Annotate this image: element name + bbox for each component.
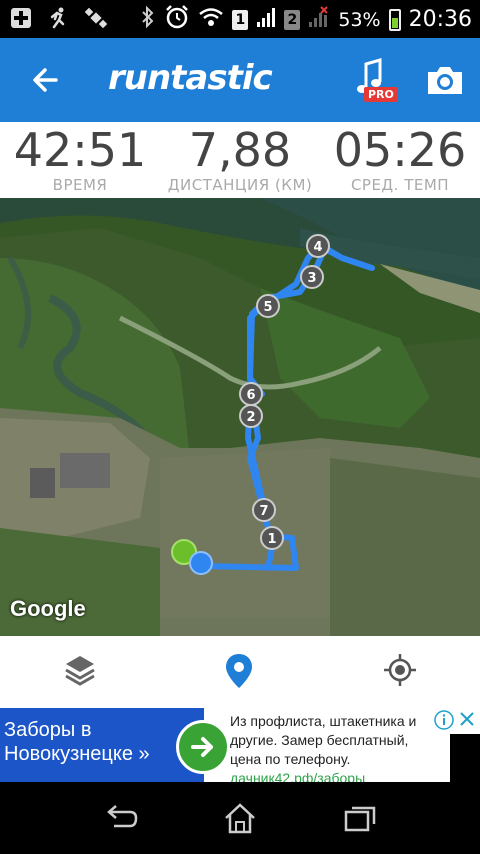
recents-icon[interactable]: [342, 802, 378, 834]
ad-headline[interactable]: Заборы в Новокузнецке »: [0, 708, 204, 782]
back-arrow-icon[interactable]: [28, 60, 68, 100]
my-location-icon[interactable]: [382, 652, 420, 690]
svg-text:4: 4: [313, 240, 322, 255]
signal-icon: [256, 6, 276, 33]
km-marker[interactable]: 3: [300, 265, 324, 289]
stat-duration: 42:51 ВРЕМЯ: [0, 122, 160, 198]
add-box-icon: [10, 7, 32, 33]
ad-info-icon[interactable]: [434, 710, 454, 730]
map-controls: [0, 636, 480, 706]
svg-text:1: 1: [267, 532, 276, 547]
stats-panel: 42:51 ВРЕМЯ 7,88 ДИСТАНЦИЯ (КМ) 05:26 СР…: [0, 122, 480, 198]
satellite-map[interactable]: 1 2 3 4 5 6 7: [0, 198, 480, 636]
stat-label: ВРЕМЯ: [52, 176, 108, 194]
app-logo: runtastic: [108, 58, 273, 98]
ad-go-button[interactable]: [176, 720, 230, 774]
stat-value: 05:26: [333, 123, 467, 177]
clock: 20:36: [408, 7, 472, 32]
ad-banner[interactable]: Заборы в Новокузнецке » Из профлиста, шт…: [0, 706, 480, 786]
ad-body-text: Из профлиста, штакетника и другие. Замер…: [230, 713, 417, 767]
km-marker[interactable]: 5: [256, 294, 280, 318]
battery-percent: 53%: [338, 8, 381, 31]
alarm-icon: [164, 4, 190, 35]
battery-icon: [388, 8, 401, 31]
km-marker[interactable]: 4: [306, 234, 330, 258]
svg-text:7: 7: [259, 504, 268, 519]
stat-label: ДИСТАНЦИЯ (КМ): [167, 176, 313, 194]
km-marker[interactable]: 7: [252, 498, 276, 522]
ad-close-icon[interactable]: [458, 710, 476, 728]
pro-badge: PRO: [364, 87, 398, 102]
km-marker[interactable]: 6: [239, 382, 263, 406]
stat-distance: 7,88 ДИСТАНЦИЯ (КМ): [160, 122, 320, 198]
km-marker[interactable]: 2: [239, 404, 263, 428]
system-nav-bar: [0, 782, 480, 854]
app-bar: runtastic PRO: [0, 38, 480, 122]
stat-label: СРЕД. ТЕМП: [350, 176, 450, 194]
sim1-badge: 1: [232, 9, 249, 30]
current-position-marker[interactable]: [189, 551, 213, 575]
svg-text:5: 5: [263, 300, 272, 315]
back-icon[interactable]: [102, 802, 138, 834]
signal-off-icon: [308, 6, 330, 33]
location-pin-icon[interactable]: [222, 652, 260, 690]
route-map[interactable]: 1 2 3 4 5 6 7: [0, 198, 480, 636]
ad-body[interactable]: Из профлиста, штакетника и другие. Замер…: [230, 712, 440, 788]
wifi-icon: [198, 6, 224, 33]
svg-text:6: 6: [246, 388, 255, 403]
satellite-icon: [84, 6, 108, 34]
stat-value: 7,88: [188, 123, 292, 177]
google-attribution: Google: [10, 596, 86, 621]
svg-text:3: 3: [307, 271, 316, 286]
sim2-badge: 2: [284, 9, 301, 30]
running-icon: [46, 6, 70, 34]
ad-edge: [450, 734, 480, 782]
svg-text:2: 2: [246, 410, 255, 425]
stat-pace: 05:26 СРЕД. ТЕМП: [320, 122, 480, 198]
camera-icon[interactable]: [426, 64, 464, 96]
km-marker[interactable]: 1: [260, 526, 284, 550]
bluetooth-icon: [140, 5, 156, 34]
home-icon[interactable]: [222, 802, 258, 834]
status-bar: 1 2 53% 20:36: [0, 0, 480, 38]
stat-value: 42:51: [13, 123, 147, 177]
layers-icon[interactable]: [62, 652, 100, 690]
